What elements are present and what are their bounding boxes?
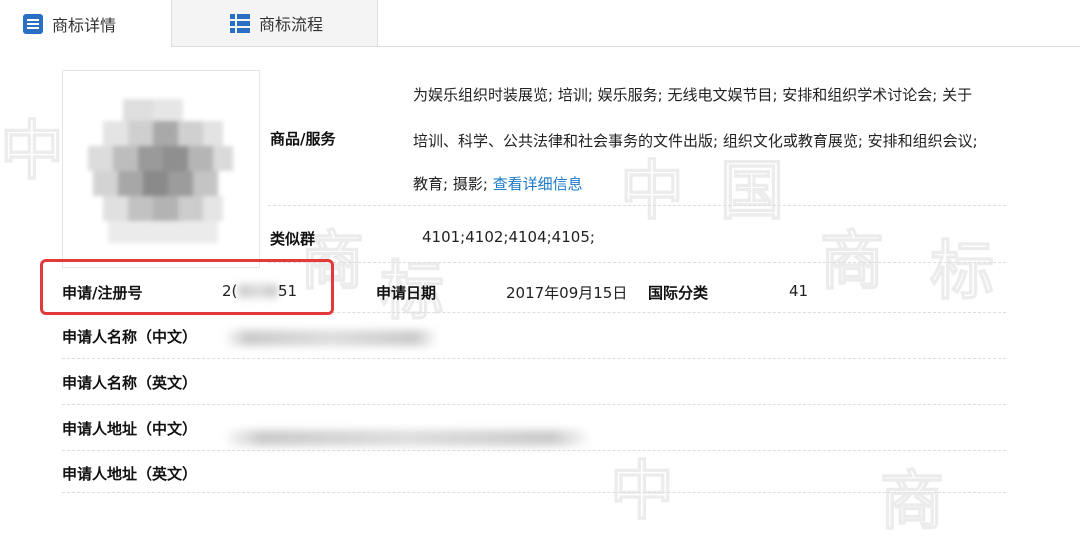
highlight-box	[40, 259, 334, 315]
row-divider	[268, 205, 1006, 206]
row-divider	[62, 450, 1006, 451]
row-divider	[62, 404, 1006, 405]
goods-services-line: 为娱乐组织时装展览; 培训; 娱乐服务; 无线电文娱节目; 安排和组织学术讨论会…	[413, 86, 973, 104]
similar-group-value: 4101;4102;4104;4105;	[422, 228, 595, 246]
pixelated-logo	[88, 99, 233, 243]
watermark-char: 标	[929, 234, 994, 309]
tab-trademark-process[interactable]: 商标流程	[172, 0, 378, 46]
intl-class-label: 国际分类	[648, 284, 709, 302]
application-date-label: 申请日期	[376, 284, 437, 302]
applicant-name-en-label: 申请人名称（英文）	[62, 374, 198, 392]
grid-list-icon	[230, 14, 250, 33]
watermark-char: 商	[819, 224, 884, 299]
redacted-applicant-name-cn	[226, 330, 436, 346]
list-icon	[23, 13, 43, 34]
tab-label: 商标详情	[52, 15, 117, 35]
watermark-char: 国	[719, 154, 784, 229]
intl-class-value: 41	[789, 282, 809, 300]
view-details-link[interactable]: 查看详细信息	[493, 175, 583, 193]
tab-label: 商标流程	[259, 15, 324, 34]
applicant-name-cn-label: 申请人名称（中文）	[62, 328, 198, 346]
goods-services-text: 教育; 摄影;	[413, 175, 493, 193]
goods-services-line: 培训、科学、公共法律和社会事务的文件出版; 组织文化或教育展览; 安排和组织会议…	[413, 132, 978, 150]
row-divider	[62, 358, 1006, 359]
watermark-char: 中	[0, 114, 65, 189]
row-divider	[268, 262, 1006, 263]
tab-trademark-details[interactable]: 商标详情	[0, 0, 172, 47]
applicant-address-cn-label: 申请人地址（中文）	[62, 420, 198, 438]
goods-services-line: 教育; 摄影; 查看详细信息	[413, 173, 583, 194]
tab-bar: 商标详情 商标流程	[0, 0, 1080, 47]
goods-services-label: 商品/服务	[270, 130, 336, 148]
row-divider	[62, 492, 1006, 493]
similar-group-label: 类似群	[270, 230, 316, 248]
watermark-char: 商	[879, 464, 944, 539]
trademark-image	[62, 70, 260, 268]
application-date-value: 2017年09月15日	[506, 284, 628, 302]
redacted-applicant-address-cn	[226, 430, 588, 446]
applicant-address-en-label: 申请人地址（英文）	[62, 465, 198, 483]
watermark-char: 中	[619, 154, 684, 229]
watermark-char: 中	[609, 454, 674, 529]
